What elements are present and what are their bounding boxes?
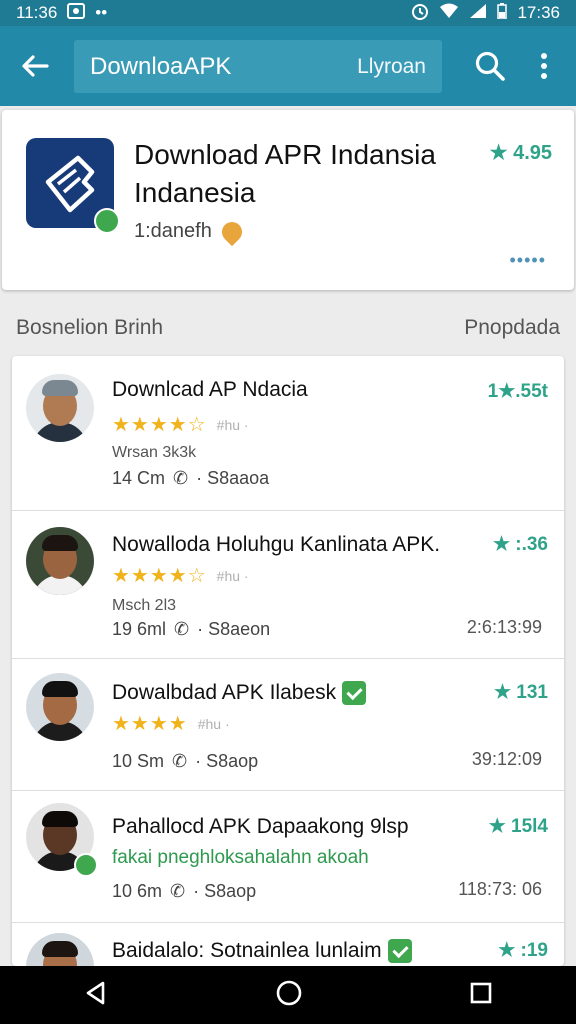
status-bar: 11:36 •• 17:36 <box>0 0 576 26</box>
status-time-left: 11:36 <box>16 3 58 22</box>
section-title: Bosnelion Brinh <box>16 316 164 339</box>
item-subtitle: fakai pneghloksahalahn akoah <box>112 847 369 868</box>
item-source: · S8aop <box>195 751 259 771</box>
overflow-menu-button[interactable] <box>522 26 566 106</box>
phone-icon: ✆ <box>174 619 190 639</box>
search-hint: Llyroan <box>357 54 426 78</box>
list-item[interactable]: Nowalloda Holuhgu Kanlinata APK. ★ :.36 … <box>12 511 564 659</box>
square-recents-icon <box>470 982 492 1003</box>
arrow-left-icon <box>22 55 49 77</box>
item-size: 14 Cm <box>112 468 166 488</box>
item-title-text: Baidalalo: Sotnainlea lunlaim <box>112 939 382 962</box>
location-pin-icon <box>217 217 247 246</box>
avatar <box>26 933 94 966</box>
stars-icon: ★★★★☆ <box>112 414 207 436</box>
item-size: 19 6ml <box>112 619 167 639</box>
nav-home-button[interactable] <box>275 979 303 1012</box>
star-rating: ★★★★☆ #hu · <box>112 563 249 588</box>
item-source: · S8aaoa <box>196 468 270 488</box>
wifi-icon <box>439 3 459 24</box>
alarm-icon <box>411 2 429 25</box>
item-title: Nowalloda Holuhgu Kanlinata APK. <box>112 533 441 556</box>
item-rating: ★ :.36 <box>492 534 548 555</box>
item-source: · S8aop <box>193 881 257 901</box>
avatar <box>26 673 94 741</box>
stars-meta: #hu · <box>216 416 249 433</box>
more-vertical-icon <box>541 53 547 79</box>
verified-badge-icon <box>94 208 120 234</box>
search-icon <box>475 51 505 81</box>
verified-badge-icon <box>74 853 98 877</box>
phone-icon: ✆ <box>172 751 188 771</box>
status-time-right: 17:36 <box>517 3 560 22</box>
item-rating: ★ 15l4 <box>488 816 548 837</box>
list-item[interactable]: Pahallocd APK Dapaakong 9lsp ★ 15l4 faka… <box>12 791 564 923</box>
star-rating: ★★★★☆ #hu · <box>112 412 249 437</box>
list-item[interactable]: Dowalbdad APK Ilabesk ★ 131 ★★★★ #hu · 1… <box>12 659 564 791</box>
results-list: Downlcad AP Ndacia 1★.55t ★★★★☆ #hu · Wr… <box>12 356 564 966</box>
stars-icon: ★★★★ <box>112 713 188 735</box>
item-meta: 19 6ml ✆ · S8aeon <box>112 619 270 640</box>
list-item[interactable]: Downlcad AP Ndacia 1★.55t ★★★★☆ #hu · Wr… <box>12 356 564 511</box>
item-size: 10 6m <box>112 881 163 901</box>
avatar <box>26 527 94 595</box>
verified-check-icon <box>342 681 367 706</box>
star-rating: ★★★★ #hu · <box>112 711 230 736</box>
item-meta: 10 Sm ✆ · S8aop <box>112 751 258 772</box>
search-field[interactable]: DownloaAPK Llyroan <box>74 40 442 93</box>
verified-check-icon <box>387 939 412 964</box>
phone-icon: ✆ <box>173 468 189 488</box>
item-time: 39:12:09 <box>471 749 542 769</box>
list-item[interactable]: Baidalalo: Sotnainlea lunlaim ★ :19 <box>12 923 564 966</box>
signal-icon <box>469 3 487 24</box>
app-subtitle: 1:danefh <box>134 220 212 242</box>
stars-icon: ★★★★☆ <box>112 565 207 587</box>
item-time: 2:6:13:99 <box>466 617 542 637</box>
item-meta: 10 6m ✆ · S8aop <box>112 881 256 902</box>
nav-recents-button[interactable] <box>469 981 493 1010</box>
app-title: Download APR Indansia Indanesia <box>134 139 436 208</box>
item-time: 118:73: 06 <box>458 879 542 899</box>
battery-icon <box>497 2 508 24</box>
item-title: Baidalalo: Sotnainlea lunlaim <box>112 939 412 964</box>
avatar <box>26 374 94 442</box>
item-rating: ★ :19 <box>498 940 548 961</box>
item-rating: 1★.55t <box>487 381 548 402</box>
navigation-bar <box>0 966 576 1024</box>
item-source: · S8aeon <box>197 619 271 639</box>
section-header: Bosnelion Brinh Pnopdada <box>16 316 560 340</box>
stars-meta: #hu · <box>197 715 230 732</box>
search-query: DownloaAPK <box>90 52 232 80</box>
app-rating: ★ 4.95 <box>489 142 552 164</box>
more-dots-button[interactable]: ••••• <box>509 250 546 271</box>
item-meta: 14 Cm ✆ · S8aaoa <box>112 468 269 489</box>
item-size: 10 Sm <box>112 751 165 771</box>
circle-home-icon <box>276 980 302 1005</box>
search-button[interactable] <box>460 26 520 106</box>
dots-icon: •• <box>95 3 108 22</box>
app-header-card[interactable]: Download APR Indansia Indanesia 1:danefh… <box>2 110 574 290</box>
item-title: Pahallocd APK Dapaakong 9lsp <box>112 815 409 838</box>
item-rating: ★ 131 <box>493 682 548 703</box>
back-button[interactable] <box>0 26 70 106</box>
nav-back-button[interactable] <box>83 980 109 1011</box>
section-action[interactable]: Pnopdada <box>464 316 560 340</box>
item-title: Downlcad AP Ndacia <box>112 378 308 401</box>
item-subtitle: Msch 2l3 <box>112 597 177 614</box>
app-icon <box>26 138 120 234</box>
phone-icon: ✆ <box>170 881 186 901</box>
item-subtitle: Wrsan 3k3k <box>112 444 197 461</box>
stars-meta: #hu · <box>216 567 249 584</box>
image-icon <box>67 2 86 24</box>
app-bar: DownloaAPK Llyroan <box>0 26 576 106</box>
app-subtitle-row: 1:danefh <box>134 217 247 246</box>
item-title-text: Dowalbdad APK Ilabesk <box>112 681 337 704</box>
triangle-back-icon <box>86 981 105 1004</box>
item-title: Dowalbdad APK Ilabesk <box>112 681 367 706</box>
